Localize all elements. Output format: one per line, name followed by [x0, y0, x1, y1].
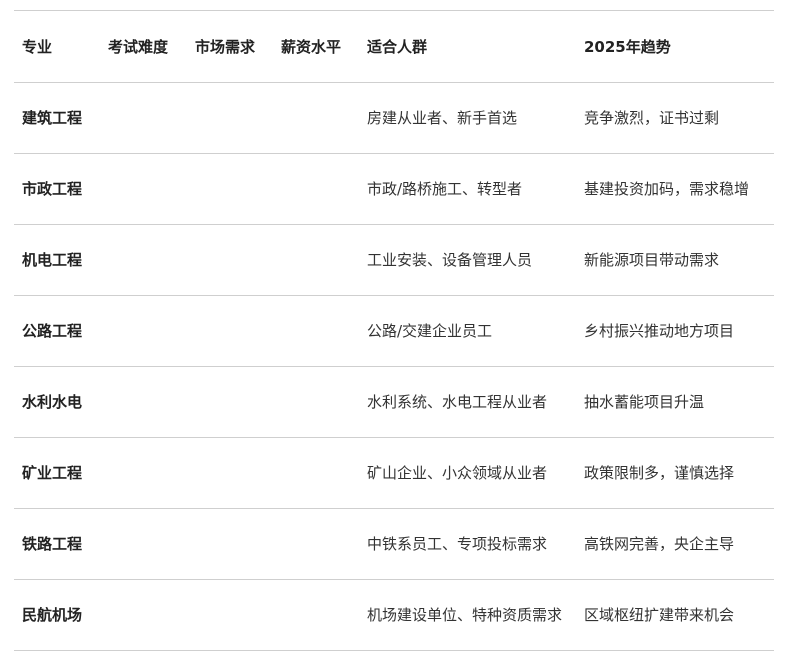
cell-difficulty [100, 154, 187, 225]
header-difficulty: 考试难度 [108, 37, 169, 56]
cell-demand [187, 509, 273, 580]
cell-audience: 机场建设单位、特种资质需求 [367, 606, 563, 624]
cell-salary [273, 154, 359, 225]
cell-audience: 市政/路桥施工、转型者 [367, 180, 523, 198]
header-trend: 2025年趋势 [584, 37, 671, 56]
cell-trend: 区域枢纽扩建带来机会 [584, 606, 735, 624]
cell-difficulty [100, 296, 187, 367]
cell-difficulty [100, 367, 187, 438]
header-major: 专业 [22, 37, 53, 56]
cell-difficulty [100, 438, 187, 509]
cell-salary [273, 225, 359, 296]
cell-difficulty [100, 225, 187, 296]
cell-major: 水利水电 [22, 393, 83, 411]
cell-major: 铁路工程 [22, 535, 83, 553]
cell-difficulty [100, 580, 187, 651]
major-comparison-table: 专业 考试难度 市场需求 薪资水平 适合人群 2025年趋势 建筑工程 房建从业… [14, 10, 774, 651]
table-row: 公路工程 公路/交建企业员工 乡村振兴推动地方项目 [14, 296, 774, 367]
cell-major: 机电工程 [22, 251, 83, 269]
cell-audience: 房建从业者、新手首选 [367, 109, 518, 127]
cell-major: 市政工程 [22, 180, 83, 198]
cell-trend: 抽水蓄能项目升温 [584, 393, 705, 411]
cell-audience: 水利系统、水电工程从业者 [367, 393, 548, 411]
cell-audience: 矿山企业、小众领域从业者 [367, 464, 548, 482]
cell-demand [187, 367, 273, 438]
cell-salary [273, 367, 359, 438]
cell-demand [187, 154, 273, 225]
cell-audience: 公路/交建企业员工 [367, 322, 493, 340]
cell-demand [187, 580, 273, 651]
table-header-row: 专业 考试难度 市场需求 薪资水平 适合人群 2025年趋势 [14, 10, 774, 83]
cell-trend: 政策限制多，谨慎选择 [584, 464, 735, 482]
cell-difficulty [100, 83, 187, 154]
cell-demand [187, 296, 273, 367]
cell-demand [187, 225, 273, 296]
header-salary: 薪资水平 [281, 37, 342, 56]
comparison-table-container: 专业 考试难度 市场需求 薪资水平 适合人群 2025年趋势 建筑工程 房建从业… [14, 10, 774, 651]
table-row: 矿业工程 矿山企业、小众领域从业者 政策限制多，谨慎选择 [14, 438, 774, 509]
cell-salary [273, 580, 359, 651]
cell-salary [273, 296, 359, 367]
cell-audience: 工业安装、设备管理人员 [367, 251, 533, 269]
cell-major: 民航机场 [22, 606, 83, 624]
table-row: 水利水电 水利系统、水电工程从业者 抽水蓄能项目升温 [14, 367, 774, 438]
table-row: 市政工程 市政/路桥施工、转型者 基建投资加码，需求稳增 [14, 154, 774, 225]
header-demand: 市场需求 [195, 37, 256, 56]
cell-major: 矿业工程 [22, 464, 83, 482]
table-row: 机电工程 工业安装、设备管理人员 新能源项目带动需求 [14, 225, 774, 296]
cell-demand [187, 83, 273, 154]
cell-major: 公路工程 [22, 322, 83, 340]
cell-trend: 基建投资加码，需求稳增 [584, 180, 750, 198]
cell-trend: 乡村振兴推动地方项目 [584, 322, 735, 340]
cell-trend: 新能源项目带动需求 [584, 251, 720, 269]
table-row: 铁路工程 中铁系员工、专项投标需求 高铁网完善，央企主导 [14, 509, 774, 580]
cell-demand [187, 438, 273, 509]
cell-salary [273, 83, 359, 154]
cell-salary [273, 438, 359, 509]
table-row: 民航机场 机场建设单位、特种资质需求 区域枢纽扩建带来机会 [14, 580, 774, 651]
table-row: 建筑工程 房建从业者、新手首选 竞争激烈，证书过剩 [14, 83, 774, 154]
cell-trend: 竞争激烈，证书过剩 [584, 109, 720, 127]
cell-major: 建筑工程 [22, 109, 83, 127]
cell-trend: 高铁网完善，央企主导 [584, 535, 735, 553]
cell-salary [273, 509, 359, 580]
cell-difficulty [100, 509, 187, 580]
cell-audience: 中铁系员工、专项投标需求 [367, 535, 548, 553]
header-audience: 适合人群 [367, 37, 428, 56]
